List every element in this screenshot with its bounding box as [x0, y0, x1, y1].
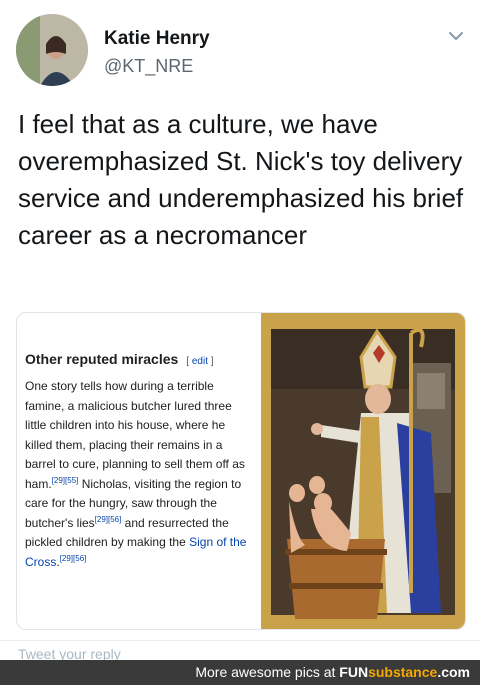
- watermark-brand: FUNsubstance.com: [339, 664, 470, 680]
- avatar-photo: [16, 14, 88, 86]
- wiki-heading-text: Other reputed miracles: [25, 351, 179, 367]
- author-name[interactable]: Katie Henry: [104, 28, 210, 50]
- wiki-edit: [ edit ]: [186, 356, 214, 367]
- wiki-ref-3[interactable]: [29][56]: [60, 554, 87, 563]
- wiki-excerpt: Other reputed miracles [ edit ] One story…: [25, 321, 255, 572]
- painting-image: [261, 313, 465, 629]
- avatar[interactable]: [16, 14, 88, 86]
- tweet-text: I feel that as a culture, we have overem…: [18, 109, 464, 250]
- watermark-brand-tld: .com: [437, 664, 470, 680]
- watermark-text: More awesome pics at FUNsubstance.com: [195, 664, 470, 680]
- watermark-bar: More awesome pics at FUNsubstance.com: [0, 660, 480, 685]
- watermark-brand-fun: FUN: [339, 664, 369, 680]
- wiki-edit-link[interactable]: edit: [192, 356, 208, 367]
- chevron-down-icon[interactable]: [446, 26, 466, 46]
- wiki-heading: Other reputed miracles [ edit ]: [25, 351, 255, 367]
- watermark-brand-substance: substance: [368, 664, 438, 680]
- wiki-text-1: One story tells how during a terrible fa…: [25, 379, 245, 491]
- watermark-prefix: More awesome pics at: [195, 664, 340, 680]
- wiki-paragraph: One story tells how during a terrible fa…: [25, 377, 255, 572]
- wiki-ref-1[interactable]: [29][55]: [52, 476, 79, 485]
- tweet-media[interactable]: Other reputed miracles [ edit ] One story…: [16, 312, 466, 630]
- author-handle[interactable]: @KT_NRE: [104, 56, 193, 77]
- wiki-ref-2[interactable]: [29][56]: [95, 515, 122, 524]
